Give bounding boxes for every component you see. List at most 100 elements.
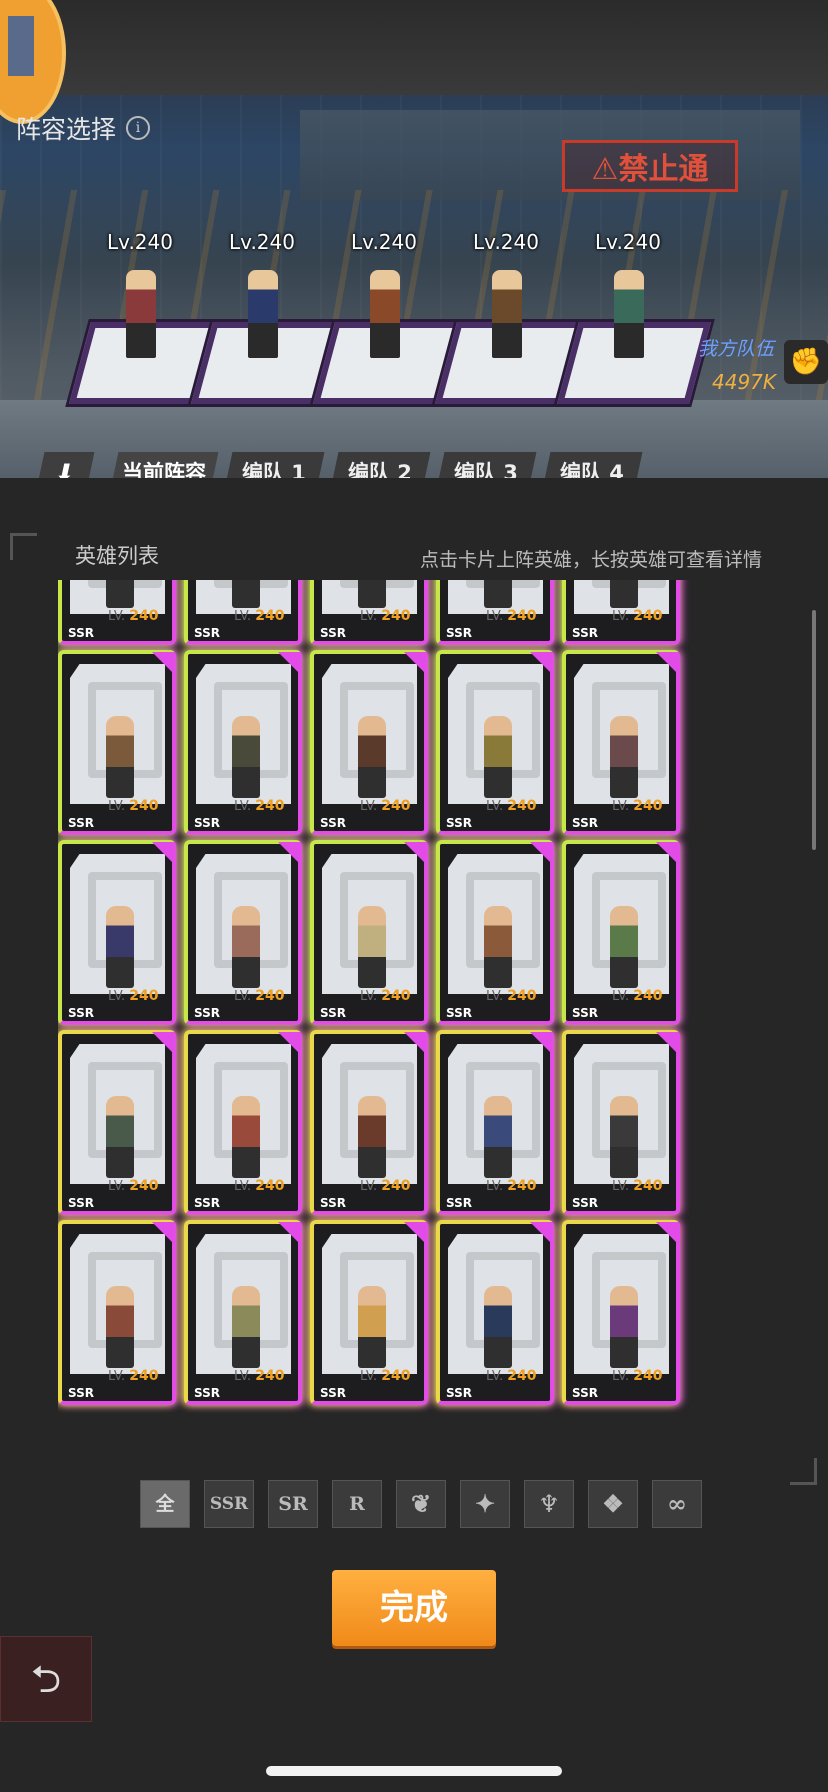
hero-card[interactable]: SSR LV. 240 [562, 1220, 680, 1405]
hero-level: LV. 240 [486, 1178, 537, 1194]
team-fist-icon[interactable]: ✊ [784, 340, 828, 384]
lineup-slot-5[interactable]: Lv.240 [557, 230, 711, 410]
faction-5-icon[interactable]: ∞ [652, 1480, 702, 1528]
hero-card[interactable]: SSR LV. 240 [562, 650, 680, 835]
hero-level: LV. 240 [108, 1178, 159, 1194]
card-portrait [70, 854, 165, 994]
hero-card[interactable]: SSR LV. 240 [562, 580, 680, 645]
rarity-badge: SSR [320, 1006, 346, 1020]
hero-card[interactable]: SSR LV. 240 [436, 650, 554, 835]
lineup-level: Lv.240 [229, 230, 295, 254]
hero-card[interactable]: SSR LV. 240 [184, 1030, 302, 1215]
card-corner-tag [656, 842, 678, 864]
hero-level-value: 240 [507, 988, 537, 1004]
hero-card[interactable]: SSR LV. 240 [58, 1030, 176, 1215]
hero-level-value: 240 [129, 1178, 159, 1194]
hero-grid[interactable]: SSR LV. 240 SSR LV. 240 SSR LV. 240 SSR … [58, 580, 778, 1440]
card-portrait [574, 1234, 669, 1374]
hero-card[interactable]: SSR LV. 240 [58, 580, 176, 645]
hero-card[interactable]: SSR LV. 240 [562, 840, 680, 1025]
rarity-badge: SSR [320, 626, 346, 640]
filter-all-button[interactable]: 全 [140, 1480, 190, 1528]
hero-card[interactable]: SSR LV. 240 [184, 1220, 302, 1405]
card-portrait [322, 664, 417, 804]
hero-level: LV. 240 [360, 988, 411, 1004]
lineup-slot-2[interactable]: Lv.240 [191, 230, 345, 410]
hero-card[interactable]: SSR LV. 240 [184, 580, 302, 645]
hero-card[interactable]: SSR LV. 240 [310, 1220, 428, 1405]
hero-card[interactable]: SSR LV. 240 [310, 580, 428, 645]
card-portrait [322, 854, 417, 994]
hero-sprite [484, 716, 512, 798]
rarity-badge: SSR [320, 1386, 346, 1400]
done-button[interactable]: 完成 [332, 1570, 496, 1646]
faction-1-icon[interactable]: ❦ [396, 1480, 446, 1528]
hero-sprite [484, 906, 512, 988]
lineup-scene: ⚠禁止通 Lv.240 Lv.240 Lv.240 Lv.240 Lv.240 … [0, 0, 828, 478]
hero-sprite [358, 716, 386, 798]
filter-sr-button[interactable]: SR [268, 1480, 318, 1528]
hero-card[interactable]: SSR LV. 240 [436, 580, 554, 645]
hero-grid-scrollbar[interactable] [812, 610, 816, 850]
rarity-badge: SSR [572, 816, 598, 830]
faction-3-icon[interactable]: ♆ [524, 1480, 574, 1528]
hero-card[interactable]: SSR LV. 240 [436, 840, 554, 1025]
home-indicator [266, 1766, 562, 1776]
hero-card[interactable]: SSR LV. 240 [310, 1030, 428, 1215]
rarity-badge: SSR [572, 1386, 598, 1400]
hero-card[interactable]: SSR LV. 240 [184, 650, 302, 835]
card-portrait [196, 664, 291, 804]
hero-sprite [492, 270, 522, 358]
info-icon[interactable]: i [126, 116, 151, 140]
rarity-badge: SSR [68, 1006, 94, 1020]
card-corner-tag [530, 652, 552, 674]
return-icon[interactable]: ⮌ [0, 1636, 92, 1722]
hero-sprite [358, 1096, 386, 1178]
hero-level-value: 240 [381, 988, 411, 1004]
page-title: 阵容选择 i [16, 110, 151, 146]
hero-level-value: 240 [255, 798, 285, 814]
faction-4-icon[interactable]: ❖ [588, 1480, 638, 1528]
lineup-level: Lv.240 [351, 230, 417, 254]
rarity-badge: SSR [320, 1196, 346, 1210]
hero-card[interactable]: SSR LV. 240 [58, 1220, 176, 1405]
hero-card[interactable]: SSR LV. 240 [310, 650, 428, 835]
hero-list-hint: 点击卡片上阵英雄，长按英雄可查看详情 [420, 549, 763, 571]
hero-sprite [232, 1286, 260, 1368]
lineup-slot-1[interactable]: Lv.240 [69, 230, 223, 410]
hero-sprite [106, 716, 134, 798]
card-corner-tag [152, 1222, 174, 1244]
hero-card[interactable]: SSR LV. 240 [184, 840, 302, 1025]
hero-level-value: 240 [507, 608, 537, 624]
hero-sprite [610, 1096, 638, 1178]
filter-ssr-button[interactable]: SSR [204, 1480, 254, 1528]
hero-level: LV. 240 [108, 798, 159, 814]
hero-card[interactable]: SSR LV. 240 [562, 1030, 680, 1215]
card-corner-tag [530, 1222, 552, 1244]
page-title-text: 阵容选择 [16, 115, 117, 144]
lineup-slot-4[interactable]: Lv.240 [435, 230, 589, 410]
hero-sprite [610, 580, 638, 608]
hero-level: LV. 240 [234, 988, 285, 1004]
hero-card[interactable]: SSR LV. 240 [436, 1030, 554, 1215]
warning-sign: ⚠禁止通 [562, 140, 738, 192]
hero-sprite [358, 1286, 386, 1368]
hero-level: LV. 240 [486, 798, 537, 814]
hero-level-value: 240 [633, 608, 663, 624]
hero-level-value: 240 [381, 608, 411, 624]
card-corner-tag [530, 1032, 552, 1054]
hero-card[interactable]: SSR LV. 240 [58, 650, 176, 835]
filter-r-button[interactable]: R [332, 1480, 382, 1528]
hero-level-value: 240 [255, 608, 285, 624]
hero-card[interactable]: SSR LV. 240 [58, 840, 176, 1025]
rarity-badge: SSR [68, 626, 94, 640]
faction-2-icon[interactable]: ✦ [460, 1480, 510, 1528]
lineup-slot-3[interactable]: Lv.240 [313, 230, 467, 410]
hero-level: LV. 240 [234, 608, 285, 624]
rarity-badge: SSR [446, 1006, 472, 1020]
rarity-badge: SSR [194, 816, 220, 830]
hero-card[interactable]: SSR LV. 240 [436, 1220, 554, 1405]
card-corner-tag [278, 1032, 300, 1054]
filter-bar: 全 SSR SR R ❦ ✦ ♆ ❖ ∞ [140, 1480, 702, 1528]
hero-card[interactable]: SSR LV. 240 [310, 840, 428, 1025]
